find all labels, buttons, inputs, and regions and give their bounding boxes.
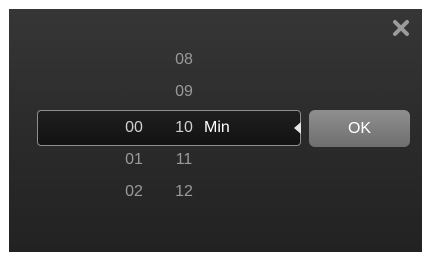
minute-option[interactable]: 08	[164, 50, 204, 70]
time-picker-dialog: 00 01 02 08 09 10 11 12 Min OK	[9, 9, 422, 252]
hour-option[interactable]: 01	[114, 150, 154, 170]
selection-marker-icon	[294, 122, 301, 134]
minute-option[interactable]: 11	[164, 150, 204, 170]
ok-button[interactable]: OK	[309, 110, 410, 147]
minute-selected[interactable]: 10	[164, 118, 204, 138]
minute-unit-label: Min	[204, 119, 230, 136]
close-icon[interactable]	[392, 19, 410, 37]
minute-option[interactable]: 09	[164, 82, 204, 102]
hour-selected[interactable]: 00	[114, 118, 154, 138]
minute-option[interactable]: 12	[164, 182, 204, 202]
hour-option[interactable]: 02	[114, 182, 154, 202]
